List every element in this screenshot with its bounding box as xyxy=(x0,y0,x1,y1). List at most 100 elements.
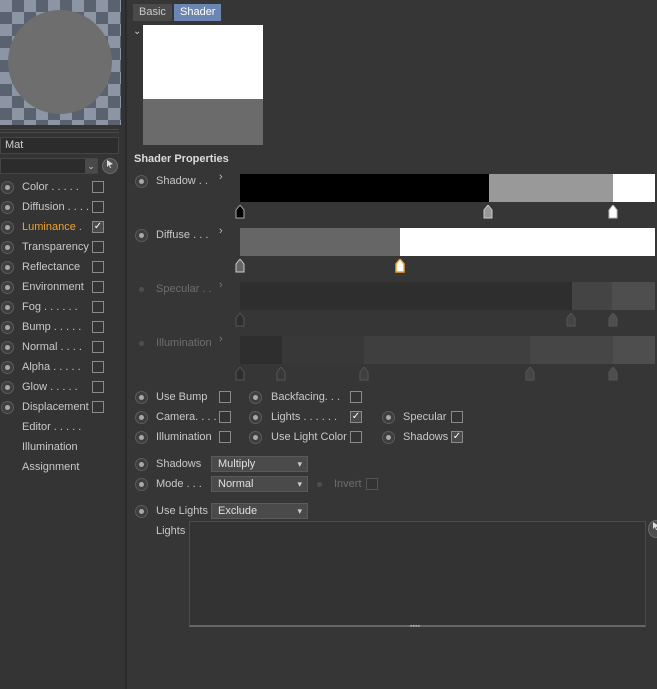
shadows-mode-select[interactable]: Multiply ▾ xyxy=(211,456,308,472)
channel-animate-radio[interactable] xyxy=(1,221,14,234)
shadows-radio[interactable] xyxy=(382,431,395,444)
gradient-knot[interactable] xyxy=(608,313,618,327)
channel-checkbox[interactable] xyxy=(92,241,104,253)
channel-animate-radio[interactable] xyxy=(1,181,14,194)
sidebar-item-assignment[interactable]: Assignment xyxy=(22,461,79,473)
camera-radio[interactable] xyxy=(135,411,148,424)
sidebar-item-illumination[interactable]: Illumination xyxy=(22,441,78,453)
gradient-knot[interactable] xyxy=(359,367,369,381)
shadow-animate-radio[interactable] xyxy=(135,175,148,188)
use-lights-select[interactable]: Exclude ▾ xyxy=(211,503,308,519)
invert-radio[interactable] xyxy=(313,478,326,491)
camera-checkbox[interactable] xyxy=(219,411,231,423)
chevron-right-icon[interactable]: › xyxy=(219,333,223,345)
gradient-knot-selected[interactable] xyxy=(395,259,405,273)
illumination-checkbox[interactable] xyxy=(219,431,231,443)
gradient-knot[interactable] xyxy=(235,259,245,273)
sidebar-item-label[interactable]: Environment xyxy=(22,281,84,293)
channel-checkbox[interactable] xyxy=(92,321,104,333)
sidebar-item-label[interactable]: Alpha . . . . . xyxy=(22,361,81,373)
channel-checkbox[interactable] xyxy=(92,381,104,393)
sidebar-item-editor[interactable]: Editor . . . . . xyxy=(22,421,81,433)
chevron-right-icon[interactable]: › xyxy=(219,171,223,183)
tab-basic[interactable]: Basic xyxy=(133,4,172,21)
illumination-animate-radio[interactable] xyxy=(135,337,148,350)
shadows-checkbox[interactable]: ✓ xyxy=(451,431,463,443)
sidebar-item-label[interactable]: Bump . . . . . xyxy=(22,321,81,333)
channel-animate-radio[interactable] xyxy=(1,261,14,274)
tab-shader[interactable]: Shader xyxy=(174,4,222,21)
gradient-knot[interactable] xyxy=(235,367,245,381)
material-preview[interactable] xyxy=(0,0,121,125)
resize-grip-icon[interactable]: ▪▪▪▪ xyxy=(410,623,424,630)
diffuse-animate-radio[interactable] xyxy=(135,229,148,242)
use-light-color-checkbox[interactable] xyxy=(350,431,362,443)
sidebar-item-label[interactable]: Color . . . . . xyxy=(22,181,79,193)
channel-checkbox[interactable]: ✓ xyxy=(92,221,104,233)
gradient-knot[interactable] xyxy=(235,205,245,219)
channel-checkbox[interactable] xyxy=(92,361,104,373)
specular-radio[interactable] xyxy=(382,411,395,424)
channel-checkbox[interactable] xyxy=(92,341,104,353)
mode-radio[interactable] xyxy=(135,478,148,491)
specular-animate-radio[interactable] xyxy=(135,283,148,296)
sidebar-item-label[interactable]: Reflectance xyxy=(22,261,80,273)
channel-checkbox[interactable] xyxy=(92,181,104,193)
channel-animate-radio[interactable] xyxy=(1,241,14,254)
sidebar-item-label[interactable]: Normal . . . . xyxy=(22,341,82,353)
channel-animate-radio[interactable] xyxy=(1,281,14,294)
illumination-gradient[interactable] xyxy=(240,336,655,364)
channel-checkbox[interactable] xyxy=(92,261,104,273)
mode-select[interactable]: Normal ▾ xyxy=(211,476,308,492)
use-bump-checkbox[interactable] xyxy=(219,391,231,403)
chevron-down-icon[interactable]: ⌄ xyxy=(133,26,141,37)
lights-radio[interactable] xyxy=(249,411,262,424)
chevron-down-icon[interactable]: ⌄ xyxy=(85,159,97,173)
channel-checkbox[interactable] xyxy=(92,401,104,413)
shadow-gradient[interactable] xyxy=(240,174,655,202)
channel-animate-radio[interactable] xyxy=(1,381,14,394)
chevron-right-icon[interactable]: › xyxy=(219,279,223,291)
channel-animate-radio[interactable] xyxy=(1,201,14,214)
gradient-knot[interactable] xyxy=(608,205,618,219)
backfacing-radio[interactable] xyxy=(249,391,262,404)
channel-animate-radio[interactable] xyxy=(1,361,14,374)
channel-animate-radio[interactable] xyxy=(1,401,14,414)
sidebar-item-label[interactable]: Luminance . xyxy=(22,221,82,233)
gradient-knot[interactable] xyxy=(276,367,286,381)
sidebar-item-label[interactable]: Fog . . . . . . xyxy=(22,301,78,313)
illumination-radio[interactable] xyxy=(135,431,148,444)
cursor-icon[interactable] xyxy=(102,158,118,174)
specular-gradient[interactable] xyxy=(240,282,655,310)
sidebar-item-label[interactable]: Diffusion . . . . xyxy=(22,201,89,213)
gradient-knot[interactable] xyxy=(525,367,535,381)
gradient-knot[interactable] xyxy=(483,205,493,219)
chevron-right-icon[interactable]: › xyxy=(219,225,223,237)
backfacing-checkbox[interactable] xyxy=(350,391,362,403)
sidebar-item-label[interactable]: Displacement xyxy=(22,401,89,413)
diffuse-gradient[interactable] xyxy=(240,228,655,256)
use-lights-radio[interactable] xyxy=(135,505,148,518)
channel-animate-radio[interactable] xyxy=(1,341,14,354)
lights-checkbox[interactable]: ✓ xyxy=(350,411,362,423)
channel-animate-radio[interactable] xyxy=(1,321,14,334)
invert-checkbox[interactable] xyxy=(366,478,378,490)
lights-list[interactable]: ▪▪▪▪ xyxy=(189,521,646,630)
shadows-mode-radio[interactable] xyxy=(135,458,148,471)
channel-checkbox[interactable] xyxy=(92,301,104,313)
use-bump-radio[interactable] xyxy=(135,391,148,404)
cursor-icon[interactable] xyxy=(648,520,657,538)
gradient-knot[interactable] xyxy=(566,313,576,327)
sidebar-item-label[interactable]: Glow . . . . . xyxy=(22,381,78,393)
channel-checkbox[interactable] xyxy=(92,201,104,213)
material-editor: Mat ⌄ Editor . . . . . Illumination Assi… xyxy=(0,0,657,689)
specular-checkbox[interactable] xyxy=(451,411,463,423)
gradient-knot[interactable] xyxy=(608,367,618,381)
sidebar-item-label[interactable]: Transparency xyxy=(22,241,89,253)
material-name-field[interactable]: Mat xyxy=(0,137,119,154)
channel-checkbox[interactable] xyxy=(92,281,104,293)
use-light-color-radio[interactable] xyxy=(249,431,262,444)
material-layer-combo[interactable]: ⌄ xyxy=(0,158,98,174)
gradient-knot[interactable] xyxy=(235,313,245,327)
channel-animate-radio[interactable] xyxy=(1,301,14,314)
